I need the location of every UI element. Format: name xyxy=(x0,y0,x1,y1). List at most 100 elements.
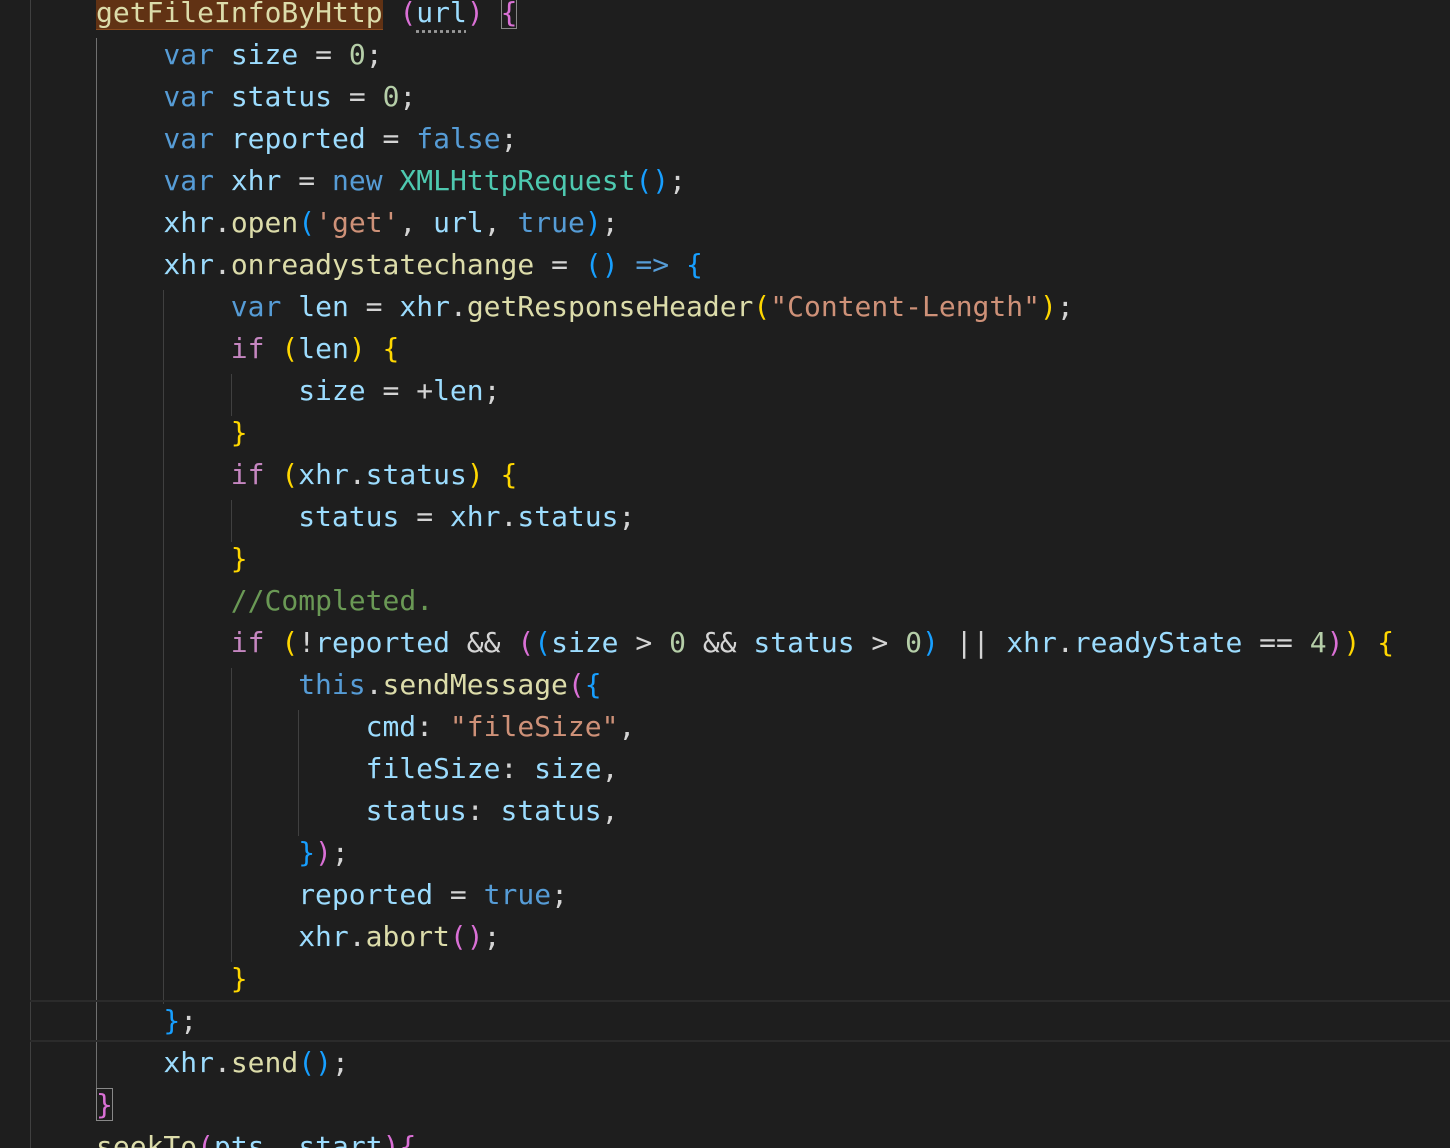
code-token: ; xyxy=(1056,290,1074,323)
code-line[interactable]: seekTo(pts, start){ xyxy=(96,1126,416,1148)
code-token: () xyxy=(635,164,670,197)
code-token: XMLHttpRequest xyxy=(399,164,636,197)
code-token: ) xyxy=(1326,626,1344,659)
code-token: == xyxy=(1242,626,1310,659)
code-token: = xyxy=(331,80,383,113)
code-token: ( xyxy=(753,290,771,323)
code-token: start xyxy=(298,1130,383,1148)
code-line[interactable]: status: status, xyxy=(366,790,619,832)
code-line[interactable]: var status = 0; xyxy=(163,76,416,118)
code-line[interactable]: xhr.abort(); xyxy=(298,916,500,958)
code-token: new xyxy=(331,164,383,197)
code-line[interactable]: this.sendMessage({ xyxy=(298,664,601,706)
code-token: { xyxy=(1377,626,1395,659)
code-token: ( xyxy=(197,1130,215,1148)
code-token: ( xyxy=(281,626,299,659)
code-token: || xyxy=(938,626,1007,659)
code-token: ; xyxy=(669,164,687,197)
code-line[interactable]: }; xyxy=(163,1000,197,1042)
code-line[interactable]: if (len) { xyxy=(231,328,400,370)
code-line[interactable]: var xhr = new XMLHttpRequest(); xyxy=(163,160,686,202)
indent-guide xyxy=(231,500,232,542)
code-token: false xyxy=(416,122,501,155)
code-token: xhr xyxy=(298,458,349,491)
code-token: = xyxy=(348,290,400,323)
code-token: . xyxy=(500,500,518,533)
code-token: , xyxy=(264,1130,299,1148)
code-token: ) xyxy=(922,626,939,659)
code-token: xhr xyxy=(1006,626,1057,659)
code-line[interactable]: var reported = false; xyxy=(163,118,517,160)
code-line[interactable]: } xyxy=(231,412,248,454)
code-token: } xyxy=(230,416,248,449)
code-token: ( xyxy=(399,0,417,29)
code-line[interactable]: cmd: "fileSize", xyxy=(366,706,636,748)
code-token: len xyxy=(298,332,349,365)
code-line[interactable]: } xyxy=(231,958,248,1000)
code-line[interactable]: size = +len; xyxy=(298,370,500,412)
code-token: fileSize xyxy=(365,752,501,785)
code-token: var xyxy=(163,164,214,197)
code-token: . xyxy=(348,458,366,491)
code-token: : xyxy=(416,710,450,743)
code-line[interactable]: } xyxy=(96,1084,113,1126)
code-line[interactable]: if (!reported && ((size > 0 && status > … xyxy=(231,622,1394,664)
code-line[interactable]: xhr.onreadystatechange = () => { xyxy=(163,244,702,286)
code-token: status xyxy=(753,626,855,659)
code-line[interactable]: xhr.open('get', url, true); xyxy=(163,202,618,244)
code-token: ; xyxy=(551,878,568,911)
code-editor[interactable]: getFileInfoByHttp (url) {var size = 0; va… xyxy=(0,0,1450,1148)
code-token: reported xyxy=(315,626,450,659)
code-token: () xyxy=(298,1046,332,1079)
code-token: //Completed. xyxy=(230,584,434,617)
code-line[interactable]: fileSize: size, xyxy=(366,748,619,790)
code-line[interactable]: var len = xhr.getResponseHeader("Content… xyxy=(231,286,1074,328)
code-token: ( xyxy=(534,626,552,659)
code-line[interactable]: }); xyxy=(298,832,349,874)
code-line[interactable]: xhr.send(); xyxy=(163,1042,348,1084)
code-line[interactable]: reported = true; xyxy=(298,874,568,916)
code-line[interactable]: } xyxy=(231,538,248,580)
code-line[interactable]: var size = 0; xyxy=(163,34,382,76)
code-token: pts xyxy=(214,1130,265,1148)
code-line[interactable]: //Completed. xyxy=(231,580,433,622)
code-token: url xyxy=(416,0,467,29)
code-token: sendMessage xyxy=(382,668,568,701)
code-token: ; xyxy=(601,206,619,239)
code-token: ( xyxy=(517,626,535,659)
code-token: , xyxy=(618,710,636,743)
code-token: xhr xyxy=(163,248,214,281)
code-token: , xyxy=(483,206,518,239)
code-token: cmd xyxy=(365,710,417,743)
code-line[interactable]: status = xhr.status; xyxy=(298,496,635,538)
code-token: { xyxy=(686,248,703,281)
code-token: ) xyxy=(1039,290,1057,323)
code-token: = xyxy=(534,248,585,281)
code-token: onreadystatechange xyxy=(230,248,535,281)
code-token: size xyxy=(230,38,299,71)
code-token: () xyxy=(584,248,619,281)
code-token: var xyxy=(163,38,214,71)
code-token: . xyxy=(213,1046,231,1079)
code-line[interactable]: if (xhr.status) { xyxy=(231,454,518,496)
code-token: getResponseHeader xyxy=(466,290,754,323)
code-token: } xyxy=(298,836,316,869)
code-token: xhr xyxy=(399,290,450,323)
code-token: { xyxy=(500,458,518,491)
code-token: . xyxy=(213,206,231,239)
code-token: { xyxy=(399,1130,417,1148)
code-token: xhr xyxy=(298,920,349,953)
code-token: status xyxy=(517,500,619,533)
code-token: : xyxy=(500,752,535,785)
code-token: > xyxy=(854,626,906,659)
code-token: readyState xyxy=(1073,626,1243,659)
code-token: "fileSize" xyxy=(449,710,619,743)
indent-guide xyxy=(163,290,164,1004)
code-line[interactable]: getFileInfoByHttp (url) { xyxy=(96,0,518,34)
code-token: 0 xyxy=(669,626,686,659)
code-token: . xyxy=(213,248,231,281)
